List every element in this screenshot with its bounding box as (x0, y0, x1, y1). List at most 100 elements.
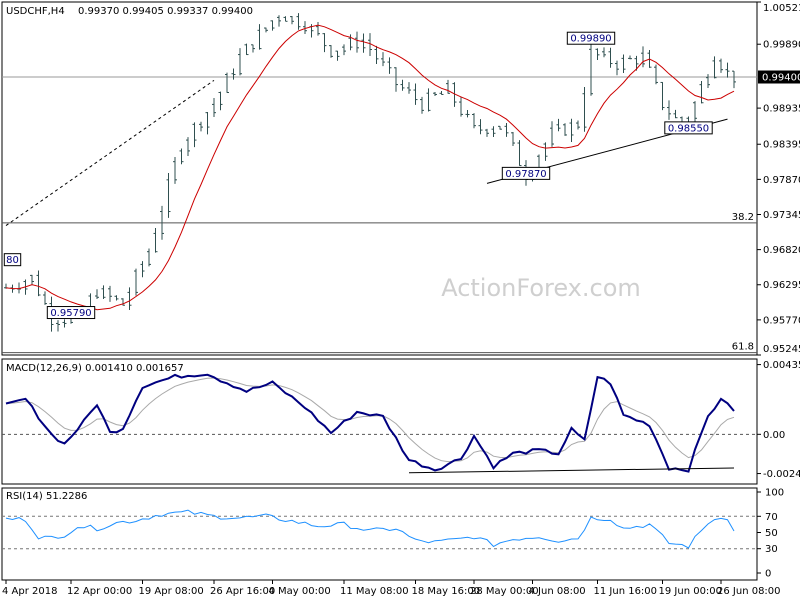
candle (387, 57, 392, 74)
candle (602, 47, 606, 58)
candle (426, 88, 431, 112)
price-annotation-5: 80 (3, 253, 22, 266)
candle (511, 132, 515, 147)
candle (153, 227, 158, 253)
candle (381, 52, 385, 67)
time-tick-label: 11 Jun 16:00 (594, 586, 658, 597)
candle (335, 50, 340, 61)
candle (62, 319, 67, 328)
candle (231, 68, 236, 80)
candle (238, 48, 242, 76)
macd-tick-label: 0.004351 (763, 360, 800, 371)
candle (400, 79, 405, 91)
trendline-0 (5, 79, 215, 226)
price-tick-label: 0.97345 (763, 210, 800, 221)
symbol-header: USDCHF,H4 (6, 6, 65, 17)
candle (719, 58, 723, 73)
candle (693, 101, 697, 123)
price-annotation-3: 0.97870 (501, 166, 551, 180)
candle (322, 33, 327, 53)
candle (732, 70, 736, 89)
candle (459, 96, 463, 117)
candle (628, 55, 632, 60)
candle (394, 67, 398, 92)
candle (101, 285, 106, 300)
price-annotation-1: 0.99890 (566, 31, 616, 45)
candle (30, 274, 34, 286)
candle (95, 289, 99, 300)
price-tick-label: 1.00521 (763, 3, 800, 14)
candle (147, 248, 151, 267)
price-tick-label: 0.95770 (763, 315, 800, 326)
candle (472, 113, 476, 129)
sma-line (5, 24, 735, 311)
candle (563, 123, 567, 136)
candle (478, 119, 483, 135)
candle (329, 45, 333, 58)
macd-tick-label: 0.00 (763, 430, 785, 441)
candle (407, 82, 411, 94)
candle (556, 118, 561, 132)
candle (582, 86, 587, 132)
candle (270, 20, 275, 31)
candle (504, 122, 509, 137)
candle (342, 44, 346, 56)
candle (706, 74, 710, 89)
time-tick-label: 11 May 08:00 (340, 586, 409, 597)
candle (550, 121, 554, 147)
candle (673, 109, 678, 119)
price-panel-frame (1, 1, 758, 356)
price-tick-label: 0.98395 (763, 140, 800, 151)
candle (218, 91, 223, 111)
candle (608, 47, 613, 68)
current-price-tag: 0.99400 (758, 70, 800, 84)
candle (186, 137, 190, 156)
ohlc-header: 0.99370 0.99405 0.99337 0.99400 (78, 6, 253, 17)
candle (439, 91, 444, 95)
candle (641, 46, 645, 68)
candle (543, 142, 548, 161)
rsi-tick-label: 0 (765, 569, 771, 580)
candle (36, 270, 41, 297)
candle (589, 44, 593, 96)
price-annotation-text: 80 (6, 255, 19, 266)
candle (576, 120, 580, 130)
macd-label: MACD(12,26,9) 0.001410 0.001657 (6, 363, 184, 374)
candle (316, 21, 320, 36)
candle (712, 56, 717, 79)
price-annotation-4: 0.95790 (46, 306, 96, 320)
macd-signal-line (5, 377, 735, 463)
candle (498, 125, 502, 130)
candle (205, 112, 210, 135)
candle (420, 96, 424, 114)
rsi-line (5, 509, 735, 549)
candle (361, 33, 366, 53)
watermark: ActionForex.com (441, 274, 641, 302)
price-tick-label: 0.98935 (763, 104, 800, 115)
candle (114, 295, 119, 301)
candle (725, 62, 730, 78)
forex-chart: ActionForex.com 38.261.8 1.005600.998900… (1, 1, 800, 597)
candle (43, 291, 47, 305)
time-tick-label: 4 May 00:00 (269, 586, 331, 597)
candle (413, 83, 418, 105)
candle (264, 27, 268, 33)
candle (433, 91, 437, 96)
candle (56, 320, 60, 332)
candle (173, 156, 177, 184)
candle (127, 287, 132, 310)
time-tick-label: 12 Apr 00:00 (67, 586, 132, 597)
candle (225, 72, 229, 94)
candle (257, 24, 262, 50)
candle (667, 100, 671, 120)
rsi-tick-label: 30 (765, 544, 778, 555)
candle (615, 60, 619, 76)
rsi-tick-label: 100 (765, 488, 784, 499)
candle (465, 109, 470, 118)
price-tick-label: 0.96295 (763, 280, 800, 291)
candle (517, 140, 522, 167)
time-tick-label: 19 Jun 00:00 (659, 586, 723, 597)
candle (491, 126, 496, 138)
candle (654, 64, 658, 85)
candle (277, 15, 281, 27)
